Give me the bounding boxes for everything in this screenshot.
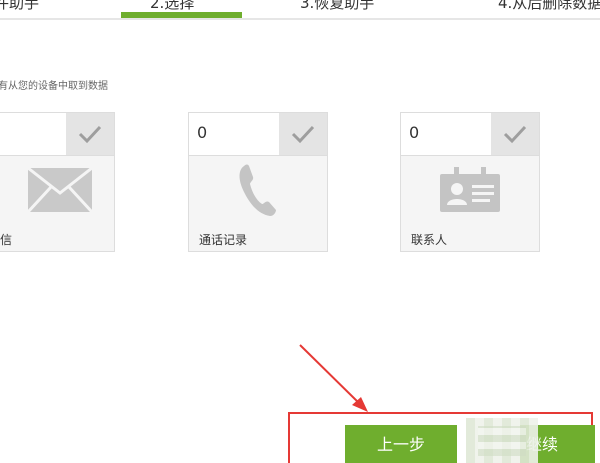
- card-label: 通话记录: [199, 233, 248, 247]
- phone-icon: [189, 155, 327, 225]
- envelope-icon: [0, 155, 114, 225]
- step-tab-4[interactable]: 4.从后删除数据: [498, 0, 600, 15]
- card-header: 0: [401, 113, 539, 156]
- scan-notice: 有从您的设备中取到数据: [0, 81, 108, 92]
- category-card-call-log[interactable]: 0 通话记录: [188, 112, 328, 252]
- step-tab-1[interactable]: 件助手: [0, 0, 39, 15]
- contact-card-icon: [401, 155, 539, 225]
- card-label: 联系人: [411, 233, 448, 247]
- step-tab-3[interactable]: 3.恢复助手: [300, 0, 374, 15]
- category-card-messages[interactable]: 信: [0, 112, 115, 252]
- card-count: 0: [409, 123, 420, 142]
- checkmark-icon[interactable]: [279, 113, 327, 155]
- card-header: 0: [189, 113, 327, 156]
- card-header: [0, 113, 114, 156]
- page: 件助手 2.选择 3.恢复助手 4.从后删除数据 有从您的设备中取到数据 信 0: [0, 0, 600, 463]
- checkmark-icon[interactable]: [491, 113, 539, 155]
- steps-bar: 件助手 2.选择 3.恢复助手 4.从后删除数据: [0, 0, 600, 20]
- card-count: 0: [197, 123, 208, 142]
- checkmark-icon[interactable]: [66, 113, 114, 155]
- prev-step-button[interactable]: 上一步: [345, 425, 457, 463]
- card-label: 信: [0, 233, 13, 247]
- category-card-contacts[interactable]: 0 联系人: [400, 112, 540, 252]
- watermark-blur-inner: [478, 426, 526, 456]
- active-step-indicator: [121, 12, 242, 18]
